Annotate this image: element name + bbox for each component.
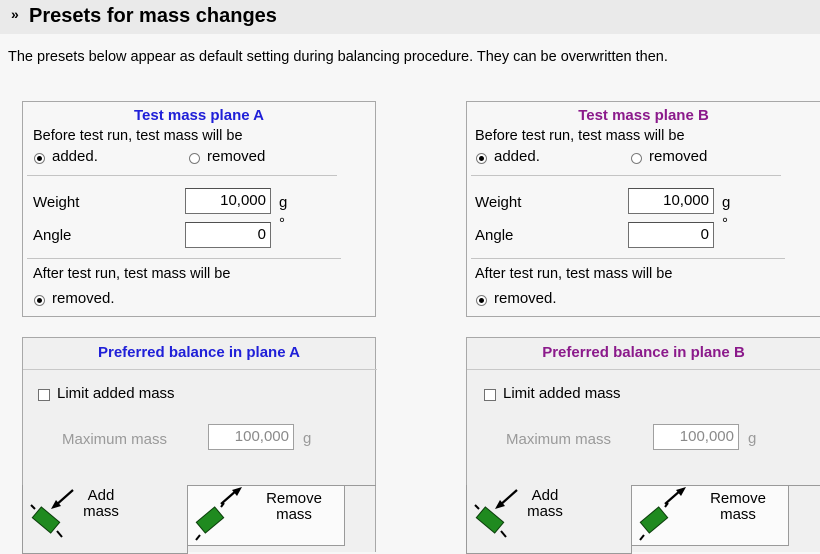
tab-remove-mass[interactable]: Remove mass — [187, 485, 345, 546]
angle-input[interactable]: 0 — [185, 222, 271, 248]
divider — [471, 258, 785, 259]
weight-input[interactable]: 10,000 — [185, 188, 271, 214]
radio-label: removed. — [52, 290, 115, 307]
radio-label: added. — [494, 148, 540, 165]
checkbox-icon — [484, 389, 496, 401]
before-removed-radio[interactable]: removed — [188, 148, 318, 170]
preferred-balance-plane-b-group: Preferred balance in plane B Limit added… — [466, 337, 820, 554]
angle-unit: ° — [279, 215, 285, 232]
weight-label: Weight — [475, 194, 522, 211]
tab-label: Remove mass — [710, 490, 766, 523]
remove-mass-icon — [195, 487, 242, 541]
angle-label: Angle — [475, 227, 514, 244]
radio-dot-icon — [34, 295, 45, 306]
radio-dot-icon — [631, 153, 642, 164]
divider — [471, 175, 781, 176]
description-text: The presets below appear as default sett… — [8, 49, 668, 65]
angle-unit: ° — [722, 215, 728, 232]
maximum-mass-input[interactable]: 100,000 — [653, 424, 739, 450]
tab-add-mass[interactable]: Add mass — [466, 485, 632, 554]
radio-dot-icon — [476, 295, 487, 306]
add-mass-icon — [30, 489, 74, 538]
remove-mass-icon — [639, 487, 686, 541]
divider — [23, 369, 377, 370]
checkbox-label: Limit added mass — [503, 385, 621, 402]
weight-unit: g — [279, 194, 288, 211]
before-label: Before test run, test mass will be — [475, 128, 685, 144]
weight-unit: g — [722, 194, 731, 211]
radio-label: removed — [649, 148, 708, 165]
weight-input[interactable]: 10,000 — [628, 188, 714, 214]
checkbox-icon — [38, 389, 50, 401]
maximum-mass-label: Maximum mass — [506, 431, 612, 448]
before-removed-radio[interactable]: removed — [630, 148, 760, 170]
test-mass-plane-a-group: Test mass plane A Before test run, test … — [22, 101, 376, 317]
weight-label: Weight — [33, 194, 80, 211]
group-title: Preferred balance in plane A — [97, 344, 301, 361]
maximum-mass-label: Maximum mass — [62, 431, 168, 448]
divider — [27, 175, 337, 176]
section-header[interactable]: » Presets for mass changes — [0, 0, 820, 34]
group-title: Test mass plane A — [133, 107, 265, 124]
tab-add-mass[interactable]: Add mass — [22, 485, 188, 554]
radio-dot-icon — [34, 153, 45, 164]
preferred-balance-plane-a-group: Preferred balance in plane A Limit added… — [22, 337, 377, 554]
add-mass-icon — [474, 489, 518, 538]
test-mass-plane-b-group: Test mass plane B Before test run, test … — [466, 101, 820, 317]
after-label: After test run, test mass will be — [475, 266, 673, 282]
radio-dot-icon — [476, 153, 487, 164]
collapse-chevron-icon[interactable]: » — [11, 6, 19, 22]
tab-label: Add mass — [527, 487, 563, 520]
checkbox-label: Limit added mass — [57, 385, 175, 402]
limit-added-mass-checkbox[interactable]: Limit added mass — [37, 385, 237, 407]
radio-label: removed — [207, 148, 266, 165]
section-title: Presets for mass changes — [29, 5, 277, 27]
after-label: After test run, test mass will be — [33, 266, 231, 282]
divider — [467, 369, 820, 370]
maximum-mass-unit: g — [303, 430, 312, 447]
limit-added-mass-checkbox[interactable]: Limit added mass — [483, 385, 683, 407]
group-title: Test mass plane B — [578, 107, 709, 124]
group-title: Preferred balance in plane B — [542, 344, 745, 361]
tab-remove-mass[interactable]: Remove mass — [631, 485, 789, 546]
before-label: Before test run, test mass will be — [33, 128, 243, 144]
before-added-radio[interactable]: added. — [33, 148, 173, 170]
radio-dot-icon — [189, 153, 200, 164]
before-added-radio[interactable]: added. — [475, 148, 615, 170]
maximum-mass-unit: g — [748, 430, 757, 447]
after-removed-radio[interactable]: removed. — [475, 290, 605, 312]
radio-label: added. — [52, 148, 98, 165]
angle-input[interactable]: 0 — [628, 222, 714, 248]
radio-label: removed. — [494, 290, 557, 307]
maximum-mass-input[interactable]: 100,000 — [208, 424, 294, 450]
divider — [27, 258, 341, 259]
angle-label: Angle — [33, 227, 72, 244]
tab-label: Add mass — [83, 487, 119, 520]
tab-label: Remove mass — [266, 490, 322, 523]
after-removed-radio[interactable]: removed. — [33, 290, 163, 312]
